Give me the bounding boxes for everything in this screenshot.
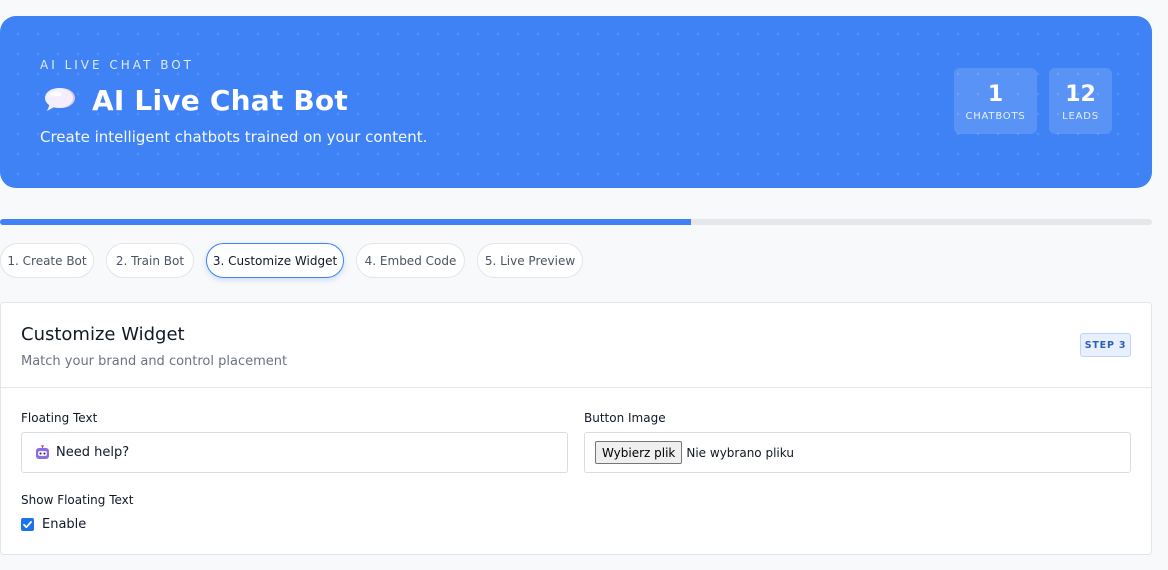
file-status-text: Nie wybrano pliku: [686, 445, 794, 460]
step-label: 2. Train Bot: [115, 253, 185, 268]
step-live-preview[interactable]: 5. Live Preview: [477, 243, 583, 278]
hero-kicker: AI LIVE CHAT BOT: [40, 58, 195, 72]
checkmark-icon: [23, 521, 32, 529]
stat-chatbots-value: 1: [987, 82, 1004, 107]
button-image-file-input[interactable]: Wybierz plik Nie wybrano pliku: [584, 432, 1131, 473]
step-label: 5. Live Preview: [484, 253, 576, 268]
enable-checkbox[interactable]: [21, 518, 34, 531]
stat-chatbots: 1 CHATBOTS: [954, 68, 1037, 134]
hero-banner: AI LIVE CHAT BOT AI Live Chat Bot Create…: [0, 16, 1152, 188]
enable-checkbox-label[interactable]: Enable: [42, 517, 86, 532]
card-title: Customize Widget: [21, 324, 185, 345]
wizard-progress-bar: [0, 219, 1152, 225]
step-badge: STEP 3: [1080, 333, 1131, 357]
step-label: 4. Embed Code: [364, 253, 457, 268]
stat-leads: 12 LEADS: [1049, 68, 1112, 134]
card-header: Customize Widget Match your brand and co…: [1, 303, 1151, 388]
show-floating-text-label: Show Floating Text: [21, 493, 134, 507]
chat-bubble-icon: [40, 85, 78, 115]
floating-text-label: Floating Text: [21, 411, 98, 425]
step-label: 1. Create Bot: [7, 253, 87, 268]
step-embed-code[interactable]: 4. Embed Code: [356, 243, 465, 278]
robot-icon: [35, 444, 50, 460]
page-title: AI Live Chat Bot: [92, 83, 348, 117]
floating-text-input[interactable]: [56, 445, 536, 460]
floating-text-field[interactable]: [21, 432, 568, 473]
hero-subtitle: Create intelligent chatbots trained on y…: [40, 128, 428, 146]
wizard-progress-fill: [0, 219, 692, 225]
step-label: 3. Customize Widget: [212, 253, 338, 268]
step-train-bot[interactable]: 2. Train Bot: [106, 243, 194, 278]
button-image-label: Button Image: [584, 411, 666, 425]
stat-chatbots-label: CHATBOTS: [965, 111, 1026, 122]
card-subtitle: Match your brand and control placement: [21, 354, 288, 369]
customize-widget-card: Customize Widget Match your brand and co…: [0, 302, 1152, 555]
choose-file-button[interactable]: Wybierz plik: [595, 441, 683, 464]
hero-title-row: AI Live Chat Bot: [40, 80, 348, 120]
show-floating-text-row: Enable: [21, 517, 86, 532]
stat-leads-label: LEADS: [1062, 111, 1099, 122]
step-create-bot[interactable]: 1. Create Bot: [0, 243, 94, 278]
step-customize-widget[interactable]: 3. Customize Widget: [206, 243, 344, 278]
stat-leads-value: 12: [1065, 82, 1096, 107]
